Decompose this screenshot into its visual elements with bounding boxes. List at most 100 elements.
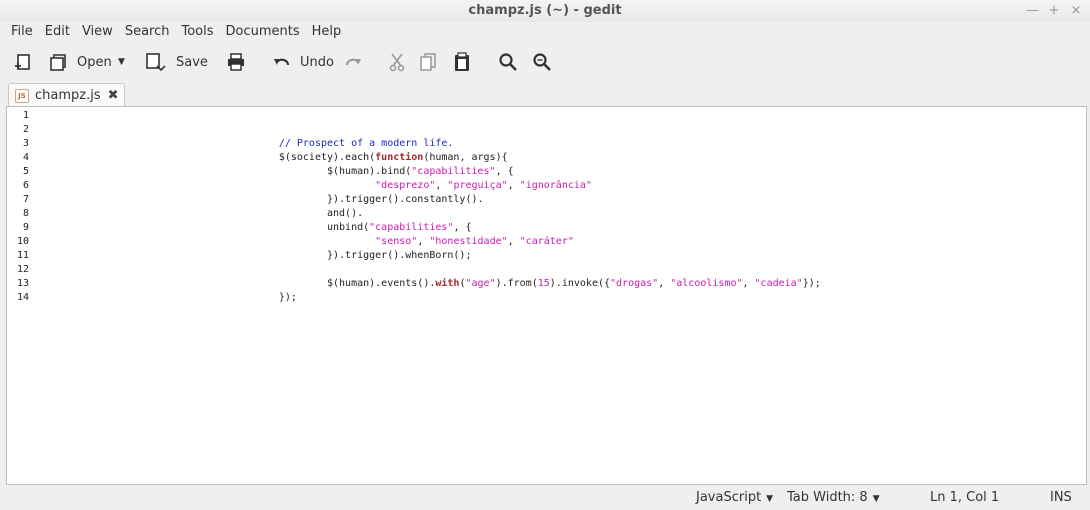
toolbar: Open ▼ Save Undo — [0, 44, 1090, 80]
line-number: 4 — [22, 152, 29, 163]
save-label: Save — [176, 54, 208, 70]
menu-edit[interactable]: Edit — [39, 22, 76, 42]
menu-bar: File Edit View Search Tools Documents He… — [0, 22, 1090, 42]
code-token-st: "capabilities" — [369, 222, 454, 233]
code-token-st: "capabilities" — [411, 166, 496, 177]
code-line: "senso", "honestidade", "caráter" — [38, 235, 821, 249]
code-token: unbind( — [38, 222, 370, 233]
line-number: 13 — [16, 278, 29, 289]
search-icon — [499, 53, 517, 71]
code-token-st: "cadeia" — [754, 278, 803, 289]
javascript-file-icon: JS — [15, 88, 29, 103]
code-line: $(society).each(function(human, args){ — [38, 151, 821, 165]
code-token: and(). — [38, 208, 364, 219]
line-number: 12 — [16, 264, 29, 275]
line-number: 3 — [22, 138, 29, 149]
line-number: 14 — [16, 292, 29, 303]
save-icon — [146, 53, 166, 72]
new-document-button[interactable] — [12, 44, 32, 80]
code-token-st: "caráter" — [519, 236, 574, 247]
print-button[interactable] — [226, 44, 246, 80]
line-number: 9 — [22, 222, 29, 233]
code-editor[interactable]: 1 2 3 4 5 6 7 8 9 10 11 12 13 14 // Prospect of a mod… — [6, 106, 1087, 485]
code-token: }); — [802, 278, 821, 289]
code-token-nu: 15 — [537, 278, 550, 289]
find-replace-button[interactable] — [532, 44, 552, 80]
search-replace-icon — [533, 53, 551, 71]
tab-label: champz.js — [35, 88, 101, 103]
code-token: $(society).each( — [38, 152, 376, 163]
line-number: 6 — [22, 180, 29, 191]
find-button[interactable] — [498, 44, 518, 80]
menu-tools[interactable]: Tools — [175, 22, 219, 42]
line-number: 8 — [22, 208, 29, 219]
window-controls: — + × — [1026, 3, 1082, 18]
code-token-st: "drogas" — [610, 278, 659, 289]
maximize-icon[interactable]: + — [1048, 3, 1060, 18]
redo-button[interactable] — [344, 44, 362, 80]
chevron-down-icon: ▼ — [872, 494, 880, 504]
undo-button[interactable]: Undo — [273, 44, 334, 80]
code-token-st: "age" — [465, 278, 496, 289]
minimize-icon[interactable]: — — [1026, 3, 1039, 18]
line-number: 1 — [22, 110, 29, 121]
open-icon — [50, 54, 66, 71]
code-token-st: "honestidade" — [429, 236, 508, 247]
code-token: , — [507, 180, 520, 191]
tab-width-label: Tab Width: 8 — [787, 490, 868, 505]
cut-button[interactable] — [388, 44, 406, 80]
code-token: , — [507, 236, 520, 247]
menu-search[interactable]: Search — [119, 22, 176, 42]
copy-icon — [420, 53, 436, 71]
save-button[interactable]: Save — [145, 44, 208, 80]
code-token-st: "preguiça" — [447, 180, 508, 191]
redo-icon — [345, 58, 361, 66]
code-token-st: "senso" — [375, 236, 418, 247]
code-token: }).trigger().whenBorn(); — [38, 250, 472, 261]
copy-button[interactable] — [419, 44, 437, 80]
code-line: $(human).bind("capabilities", { — [38, 165, 821, 179]
code-token: , { — [453, 222, 472, 233]
tab-champz-js[interactable]: JS champz.js ✖ — [8, 83, 125, 107]
code-token: , — [435, 180, 448, 191]
code-area[interactable]: // Prospect of a modern life. $(society)… — [38, 109, 821, 305]
code-line: }).trigger().whenBorn(); — [38, 249, 821, 263]
chevron-down-icon: ▼ — [118, 57, 125, 67]
code-token-cm: // Prospect of a modern life. — [278, 138, 454, 149]
code-token: , — [658, 278, 671, 289]
code-token-st: "alcoolismo" — [670, 278, 743, 289]
open-dropdown-button[interactable]: ▼ — [118, 44, 125, 80]
paste-icon — [455, 52, 469, 71]
undo-icon — [274, 58, 290, 66]
menu-view[interactable]: View — [76, 22, 119, 42]
code-token-kw: with — [435, 278, 460, 289]
close-tab-icon[interactable]: ✖ — [108, 88, 119, 103]
line-number-gutter: 1 2 3 4 5 6 7 8 9 10 11 12 13 14 — [7, 109, 29, 305]
close-window-icon[interactable]: × — [1070, 3, 1082, 18]
code-token: }).trigger().constantly(). — [38, 194, 484, 205]
code-line: }); — [38, 291, 821, 305]
code-token: , — [417, 236, 430, 247]
line-number: 11 — [16, 250, 29, 261]
code-token-st: "ignorância" — [519, 180, 592, 191]
code-token: , { — [495, 166, 514, 177]
menu-documents[interactable]: Documents — [220, 22, 306, 42]
code-token: $(human).bind( — [38, 166, 412, 177]
language-selector[interactable]: JavaScript ▼ — [696, 489, 773, 508]
scissors-icon — [389, 53, 405, 72]
tab-width-selector[interactable]: Tab Width: 8 ▼ — [787, 489, 880, 508]
line-number: 2 — [22, 124, 29, 135]
window-title: champz.js (~) - gedit — [468, 3, 622, 18]
paste-button[interactable] — [453, 44, 471, 80]
print-icon — [228, 53, 244, 71]
language-label: JavaScript — [696, 490, 762, 505]
line-number: 5 — [22, 166, 29, 177]
open-button[interactable]: Open — [48, 44, 112, 80]
menu-help[interactable]: Help — [306, 22, 348, 42]
code-line: }).trigger().constantly(). — [38, 193, 821, 207]
menu-file[interactable]: File — [0, 22, 39, 42]
